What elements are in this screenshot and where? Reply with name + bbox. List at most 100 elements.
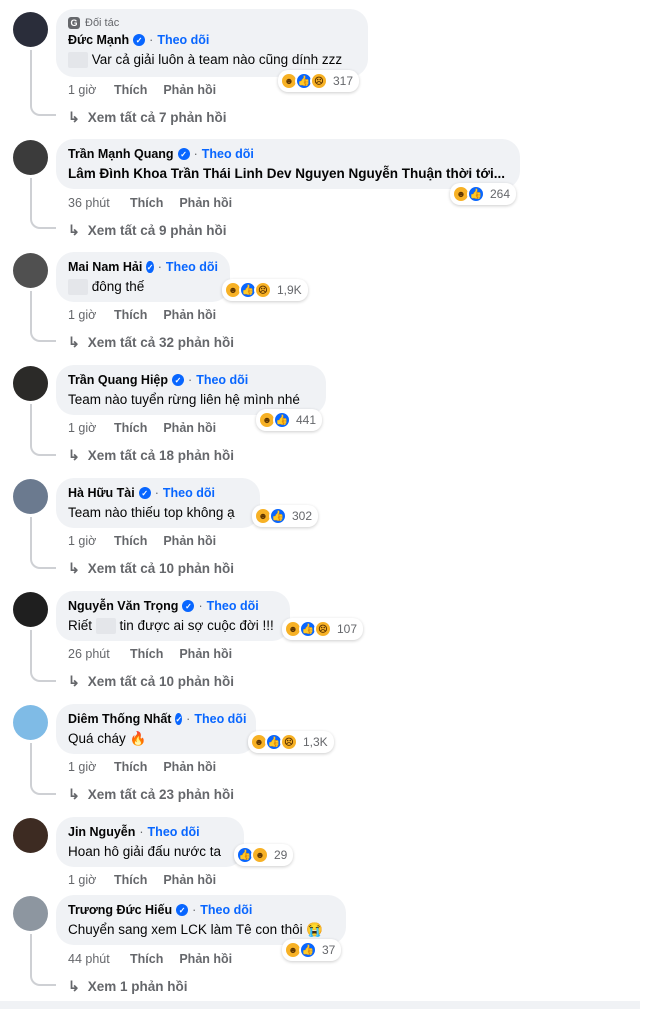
- timestamp[interactable]: 36 phút: [68, 196, 130, 210]
- reaction-summary[interactable]: ☻ 👍 ☹ 1,3K: [248, 731, 334, 753]
- reaction-count: 1,3K: [303, 735, 328, 749]
- reaction-count: 37: [322, 943, 336, 957]
- comment-actions: 44 phút Thích Phản hồi: [68, 952, 248, 966]
- thread-line: [30, 743, 32, 781]
- reaction-summary[interactable]: ☻ 👍 ☹ 317: [278, 70, 360, 92]
- avatar[interactable]: [13, 12, 48, 47]
- comment-actions: 1 giờ Thích Phản hồi: [68, 534, 232, 548]
- timestamp[interactable]: 1 giờ: [68, 760, 114, 774]
- thread-curve: [30, 328, 56, 342]
- reaction-summary[interactable]: ☻ 👍 ☹ 1,9K: [222, 279, 308, 301]
- commenter-name[interactable]: Diêm Thống Nhất: [68, 712, 171, 726]
- timestamp[interactable]: 26 phút: [68, 647, 130, 661]
- thread-curve: [30, 781, 56, 795]
- view-replies-link[interactable]: ↳ Xem tất cả 9 phản hồi: [68, 222, 227, 239]
- view-replies-link[interactable]: ↳ Xem tất cả 10 phản hồi: [68, 673, 234, 690]
- follow-button[interactable]: Theo dõi: [148, 825, 200, 839]
- follow-button[interactable]: Theo dõi: [196, 373, 248, 387]
- view-replies-link[interactable]: ↳ Xem tất cả 32 phản hồi: [68, 334, 234, 351]
- reaction-summary[interactable]: ☻ 👍 302: [252, 505, 319, 527]
- reaction-summary[interactable]: ☻ 👍 ☹ 107: [282, 618, 364, 640]
- follow-button[interactable]: Theo dõi: [202, 147, 254, 161]
- follow-button[interactable]: Theo dõi: [200, 903, 252, 917]
- timestamp[interactable]: 44 phút: [68, 952, 130, 966]
- avatar[interactable]: [13, 140, 48, 175]
- commenter-name[interactable]: Trương Đức Hiếu: [68, 903, 172, 917]
- reaction-summary[interactable]: 👍 ☻ 29: [234, 844, 294, 866]
- like-icon: 👍: [269, 507, 287, 525]
- commenter-name[interactable]: Trần Quang Hiệp: [68, 373, 168, 387]
- sad-icon: ☹: [314, 620, 332, 638]
- reply-arrow-icon: ↳: [68, 560, 80, 576]
- view-replies-link[interactable]: ↳ Xem tất cả 18 phản hồi: [68, 447, 234, 464]
- reply-button[interactable]: Phản hồi: [163, 534, 216, 548]
- view-replies-link[interactable]: ↳ Xem tất cả 10 phản hồi: [68, 560, 234, 577]
- haha-icon: ☻: [251, 846, 269, 864]
- thread-line: [30, 517, 32, 555]
- verified-icon: ✓: [177, 148, 190, 160]
- blurred-mention: [68, 52, 88, 69]
- commenter-name[interactable]: Đức Mạnh: [68, 33, 129, 47]
- view-replies-link[interactable]: ↳ Xem tất cả 23 phản hồi: [68, 786, 234, 803]
- reply-button[interactable]: Phản hồi: [163, 873, 216, 887]
- avatar[interactable]: [13, 592, 48, 627]
- verified-icon: ✓: [175, 713, 183, 725]
- like-button[interactable]: Thích: [114, 873, 147, 887]
- avatar[interactable]: [13, 818, 48, 853]
- reaction-count: 1,9K: [277, 283, 302, 297]
- like-button[interactable]: Thích: [114, 534, 147, 548]
- view-replies-link[interactable]: ↳ Xem tất cả 7 phản hồi: [68, 109, 227, 126]
- reply-button[interactable]: Phản hồi: [179, 647, 232, 661]
- verified-icon: ✓: [172, 374, 185, 386]
- commenter-name[interactable]: Trần Mạnh Quang: [68, 147, 174, 161]
- reaction-count: 29: [274, 848, 288, 862]
- reaction-count: 107: [337, 622, 358, 636]
- verified-icon: ✓: [133, 34, 146, 46]
- avatar[interactable]: [13, 366, 48, 401]
- commenter-name[interactable]: Mai Nam Hải: [68, 260, 142, 274]
- view-replies-link[interactable]: ↳ Xem 1 phản hồi: [68, 978, 188, 995]
- comment-actions: 1 giờ Thích Phản hồi: [68, 421, 232, 435]
- reaction-count: 317: [333, 74, 354, 88]
- reply-button[interactable]: Phản hồi: [163, 421, 216, 435]
- follow-button[interactable]: Theo dõi: [157, 33, 209, 47]
- commenter-name[interactable]: Hà Hữu Tài: [68, 486, 135, 500]
- reply-button[interactable]: Phản hồi: [179, 196, 232, 210]
- avatar[interactable]: [13, 253, 48, 288]
- timestamp[interactable]: 1 giờ: [68, 873, 114, 887]
- follow-button[interactable]: Theo dõi: [166, 260, 218, 274]
- reply-button[interactable]: Phản hồi: [163, 83, 216, 97]
- avatar[interactable]: [13, 705, 48, 740]
- like-button[interactable]: Thích: [130, 647, 163, 661]
- like-button[interactable]: Thích: [114, 308, 147, 322]
- timestamp[interactable]: 1 giờ: [68, 421, 114, 435]
- avatar[interactable]: [13, 896, 48, 931]
- follow-button[interactable]: Theo dõi: [194, 712, 246, 726]
- reaction-summary[interactable]: ☻ 👍 264: [450, 183, 517, 205]
- reaction-summary[interactable]: ☻ 👍 37: [282, 939, 342, 961]
- reply-button[interactable]: Phản hồi: [163, 308, 216, 322]
- sad-icon: ☹: [254, 281, 272, 299]
- follow-button[interactable]: Theo dõi: [207, 599, 259, 613]
- reply-button[interactable]: Phản hồi: [179, 952, 232, 966]
- avatar[interactable]: [13, 479, 48, 514]
- commenter-name[interactable]: Jin Nguyễn: [68, 825, 135, 839]
- comment-text: Lâm Đình Khoa Trần Thái Linh Dev Nguyen …: [68, 166, 505, 181]
- reply-button[interactable]: Phản hồi: [163, 760, 216, 774]
- timestamp[interactable]: 1 giờ: [68, 308, 114, 322]
- blurred-word: [95, 618, 116, 635]
- like-button[interactable]: Thích: [130, 196, 163, 210]
- follow-button[interactable]: Theo dõi: [163, 486, 215, 500]
- reaction-summary[interactable]: ☻ 👍 441: [256, 409, 323, 431]
- sad-icon: ☹: [310, 72, 328, 90]
- thread-curve: [30, 972, 56, 986]
- like-button[interactable]: Thích: [114, 760, 147, 774]
- timestamp[interactable]: 1 giờ: [68, 534, 114, 548]
- reply-arrow-icon: ↳: [68, 673, 80, 689]
- like-button[interactable]: Thích: [114, 421, 147, 435]
- thread-line: [30, 178, 32, 215]
- commenter-name[interactable]: Nguyễn Văn Trọng: [68, 599, 178, 613]
- like-button[interactable]: Thích: [130, 952, 163, 966]
- like-button[interactable]: Thích: [114, 83, 147, 97]
- timestamp[interactable]: 1 giờ: [68, 83, 114, 97]
